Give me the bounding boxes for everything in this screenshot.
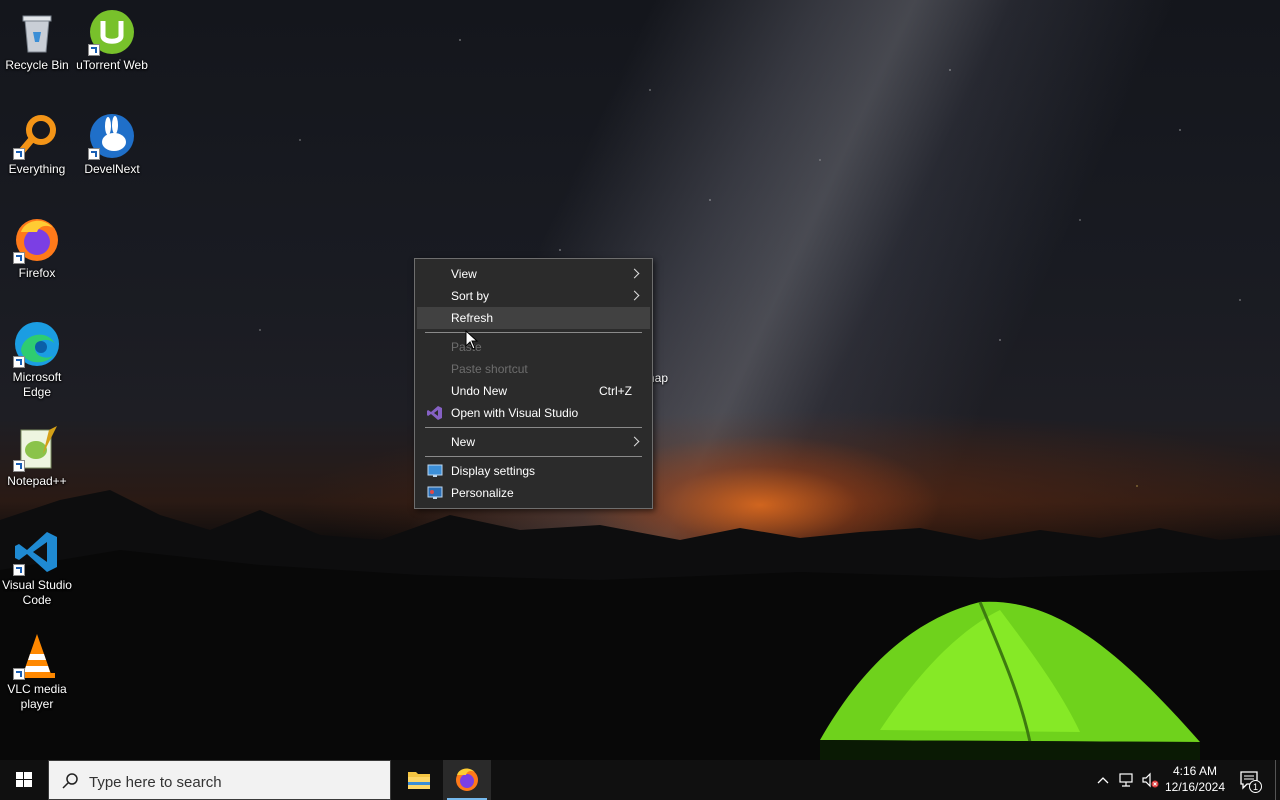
menu-item-label: New — [451, 435, 476, 449]
network-icon[interactable] — [1118, 771, 1136, 789]
menu-item-label: Open with Visual Studio — [451, 406, 579, 420]
taskbar: 4:16 AM 12/16/2024 1 — [0, 760, 1280, 800]
search-input[interactable] — [87, 771, 381, 793]
shortcut-arrow-icon — [13, 668, 25, 680]
show-desktop-button[interactable] — [1275, 760, 1280, 800]
desktop-icon-vlc[interactable]: VLC media player — [0, 632, 74, 712]
system-clock[interactable]: 4:16 AM 12/16/2024 — [1160, 763, 1230, 795]
show-hidden-icons-chevron-icon[interactable] — [1096, 771, 1110, 789]
keyboard-shortcut: Ctrl+Z — [599, 384, 632, 398]
desktop-icon-edge[interactable]: Microsoft Edge — [0, 320, 74, 400]
desktop-icon-label: uTorrent Web — [76, 58, 148, 72]
shortcut-arrow-icon — [13, 564, 25, 576]
notification-icon — [1240, 771, 1258, 790]
menu-item-label: Undo New — [451, 384, 508, 398]
recycle-bin-icon — [13, 8, 61, 56]
mouse-pointer-icon — [465, 330, 479, 350]
submenu-arrow-icon — [629, 436, 640, 447]
menu-item-undo-new[interactable]: Undo New Ctrl+Z — [417, 380, 650, 402]
search-icon — [62, 773, 78, 789]
menu-separator — [425, 332, 642, 333]
notepadpp-icon — [13, 424, 61, 472]
menu-item-personalize[interactable]: Personalize — [417, 482, 650, 504]
file-explorer-icon — [408, 772, 430, 789]
menu-separator — [425, 456, 642, 457]
windows-logo-icon — [16, 772, 32, 787]
taskbar-app-firefox[interactable] — [443, 760, 491, 800]
desktop-icon-label: Everything — [8, 162, 66, 176]
firefox-icon — [13, 216, 61, 264]
utorrent-icon — [88, 8, 136, 56]
action-center-button[interactable]: 1 — [1234, 760, 1264, 800]
desktop-icon-utorrent[interactable]: uTorrent Web — [75, 8, 149, 73]
shortcut-arrow-icon — [88, 44, 100, 56]
clock-date: 12/16/2024 — [1164, 780, 1226, 794]
personalize-icon — [427, 485, 443, 501]
firefox-icon — [456, 768, 478, 791]
menu-item-label: Paste shortcut — [451, 362, 528, 376]
desktop-icon-label: Microsoft Edge — [12, 370, 62, 399]
volume-muted-icon[interactable] — [1141, 771, 1159, 789]
shortcut-arrow-icon — [88, 148, 100, 160]
shortcut-arrow-icon — [13, 148, 25, 160]
desktop-icon-label: DevelNext — [84, 162, 140, 176]
desktop-icon-label: VLC media player — [7, 682, 67, 711]
desktop-icon-label: Notepad++ — [7, 474, 67, 488]
desktop-icon-recycle-bin[interactable]: Recycle Bin — [0, 8, 74, 73]
start-button[interactable] — [0, 760, 48, 800]
desktop-background[interactable]: Recycle Bin uTorrent Web Everything Deve… — [0, 0, 1280, 760]
desktop-icon-label: Visual Studio Code — [2, 578, 72, 607]
desktop-icon-firefox[interactable]: Firefox — [0, 216, 74, 281]
desktop-icon-label: Firefox — [18, 266, 56, 280]
menu-item-paste-shortcut[interactable]: Paste shortcut — [417, 358, 650, 380]
menu-item-label: View — [451, 267, 477, 281]
edge-icon — [13, 320, 61, 368]
desktop-icon-vscode[interactable]: Visual Studio Code — [0, 528, 74, 608]
everything-search-icon — [13, 112, 61, 160]
menu-item-sort-by[interactable]: Sort by — [417, 285, 650, 307]
menu-item-refresh[interactable]: Refresh — [417, 307, 650, 329]
desktop-icon-everything[interactable]: Everything — [0, 112, 74, 177]
shortcut-arrow-icon — [13, 460, 25, 472]
menu-separator — [425, 427, 642, 428]
vlc-icon — [13, 632, 61, 680]
menu-item-display-settings[interactable]: Display settings — [417, 460, 650, 482]
taskbar-search-box[interactable] — [48, 760, 391, 800]
desktop-icon-develnext[interactable]: DevelNext — [75, 112, 149, 177]
menu-item-open-with-visual-studio[interactable]: Open with Visual Studio — [417, 402, 650, 424]
shortcut-arrow-icon — [13, 356, 25, 368]
develnext-icon — [88, 112, 136, 160]
submenu-arrow-icon — [629, 268, 640, 279]
menu-item-label: Refresh — [451, 311, 494, 325]
desktop-context-menu: View Sort by Refresh Paste Paste shortcu… — [414, 258, 653, 509]
notification-count-badge: 1 — [1249, 780, 1262, 793]
clock-time: 4:16 AM — [1172, 764, 1218, 778]
desktop-icon-label: Recycle Bin — [5, 58, 69, 72]
display-settings-icon — [427, 463, 443, 479]
visual-studio-icon — [427, 405, 443, 421]
menu-item-label: Sort by — [451, 289, 490, 303]
vscode-icon — [13, 528, 61, 576]
menu-item-label: Personalize — [451, 486, 514, 500]
shortcut-arrow-icon — [13, 252, 25, 264]
landscape-silhouette — [0, 490, 1280, 760]
menu-item-label: Display settings — [451, 464, 536, 478]
menu-item-new[interactable]: New — [417, 431, 650, 453]
taskbar-app-file-explorer[interactable] — [395, 760, 443, 800]
desktop-icon-notepadpp[interactable]: Notepad++ — [0, 424, 74, 489]
submenu-arrow-icon — [629, 290, 640, 301]
menu-item-paste[interactable]: Paste — [417, 336, 650, 358]
menu-item-view[interactable]: View — [417, 263, 650, 285]
